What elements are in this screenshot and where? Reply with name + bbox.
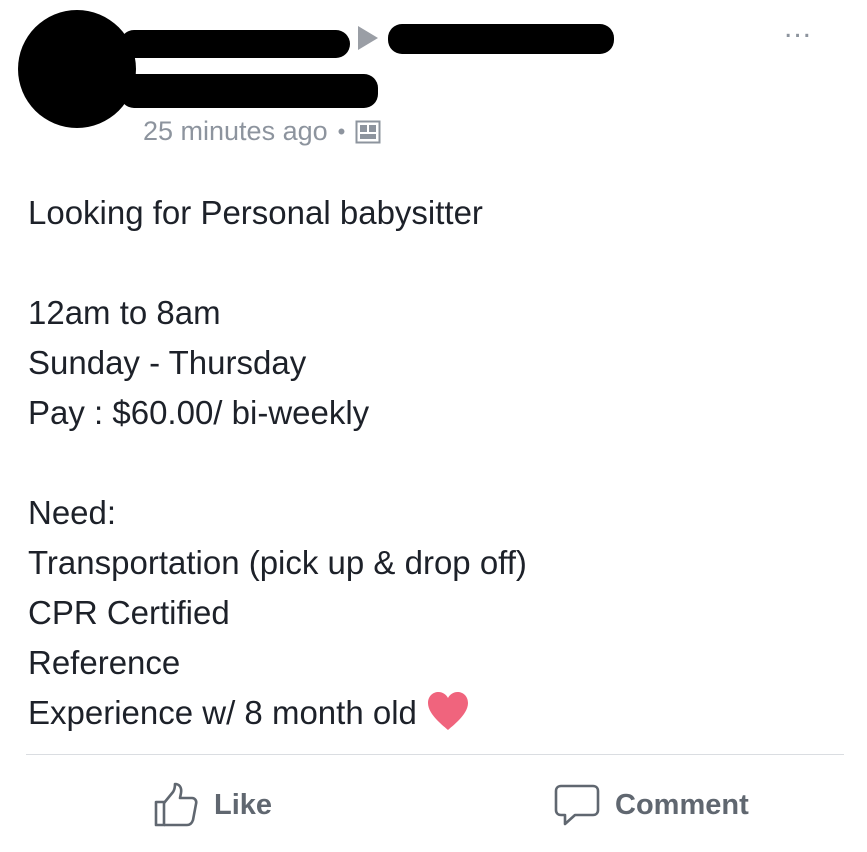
comment-button[interactable]: Comment (553, 782, 749, 828)
post-line-last: Experience w/ 8 month old (28, 688, 527, 738)
redacted-group-name (388, 24, 614, 54)
comment-bubble-icon (553, 782, 601, 828)
actions-divider (26, 754, 844, 755)
post-line: Experience w/ 8 month old (28, 694, 417, 731)
post-line: 12am to 8am (28, 294, 221, 331)
post-text: Looking for Personal babysitter 12am to … (28, 188, 527, 738)
post-line-blank (28, 238, 527, 288)
like-label: Like (214, 788, 273, 821)
share-arrow-icon (358, 26, 378, 50)
redacted-avatar (18, 10, 136, 128)
redacted-name (120, 30, 350, 58)
timestamp[interactable]: 25 minutes ago (143, 116, 328, 147)
post-line: Sunday - Thursday (28, 344, 307, 381)
meta-separator: • (337, 118, 346, 144)
post-line: CPR Certified (28, 594, 230, 631)
thumbs-up-icon (152, 782, 200, 828)
post-line: Transportation (pick up & drop off) (28, 544, 527, 581)
post-line: Pay : $60.00/ bi-weekly (28, 394, 370, 431)
post-line: Reference (28, 644, 181, 681)
comment-label: Comment (615, 788, 749, 821)
heart-icon (425, 690, 471, 732)
facebook-post: ... 25 minutes ago • Looking for Persona… (0, 0, 867, 852)
post-line: Need: (28, 494, 117, 531)
like-button[interactable]: Like (152, 782, 272, 828)
post-line: Looking for Personal babysitter (28, 194, 483, 231)
public-audience-icon[interactable] (355, 119, 381, 145)
more-options-icon[interactable]: ... (784, 13, 812, 43)
redacted-subtitle (120, 74, 378, 108)
post-line-blank (28, 438, 527, 488)
post-meta: 25 minutes ago • (143, 116, 381, 147)
